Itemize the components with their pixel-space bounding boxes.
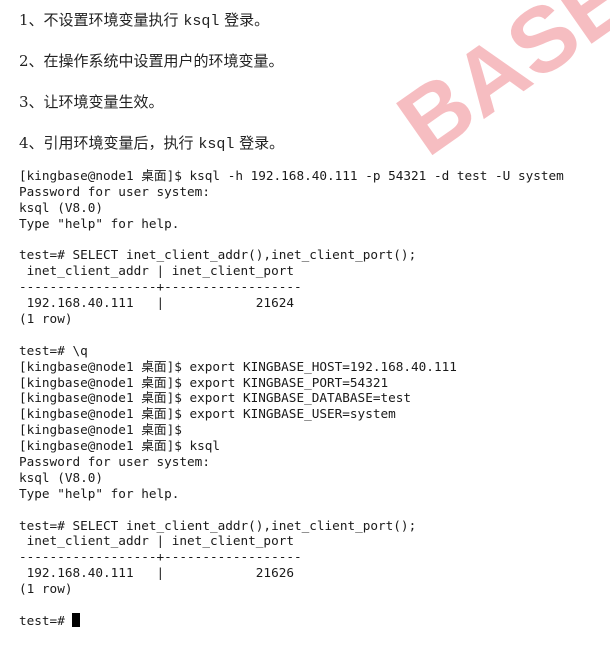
terminal-line: Password for user system: xyxy=(19,454,210,470)
terminal-line: Type "help" for help. xyxy=(19,485,180,501)
terminal-line: inet_client_addr | inet_client_port xyxy=(19,533,294,549)
step-3: 3、让环境变量生效。 xyxy=(19,92,610,112)
terminal-line: [kingbase@node1 桌面]$ xyxy=(19,422,182,438)
terminal-line: 192.168.40.111 | 21626 xyxy=(19,565,294,581)
terminal-line: test=# \q xyxy=(19,342,88,358)
terminal-line: (1 row) xyxy=(19,311,73,327)
terminal-line: inet_client_addr | inet_client_port xyxy=(19,263,294,279)
step-1-code: ksql xyxy=(183,13,220,30)
terminal-line: ------------------+------------------ xyxy=(19,549,302,565)
terminal-line: ksql (V8.0) xyxy=(19,199,104,215)
step-1: 1、不设置环境变量执行 ksql 登录。 xyxy=(19,10,610,30)
step-3-text: 3、让环境变量生效。 xyxy=(19,93,164,111)
terminal-line: (1 row) xyxy=(19,581,73,597)
step-4-text: 4、引用环境变量后，执行 xyxy=(19,134,199,152)
step-2: 2、在操作系统中设置用户的环境变量。 xyxy=(19,51,610,71)
step-1-text: 1、不设置环境变量执行 xyxy=(19,11,184,29)
step-4-suffix: 登录。 xyxy=(234,134,285,152)
step-4-code: ksql xyxy=(198,136,235,153)
terminal-line: [kingbase@node1 桌面]$ ksql -h 192.168.40.… xyxy=(19,168,564,183)
step-2-text: 2、在操作系统中设置用户的环境变量。 xyxy=(19,52,284,70)
cursor-block-icon xyxy=(72,612,81,627)
terminal-line: [kingbase@node1 桌面]$ export KINGBASE_USE… xyxy=(19,406,396,422)
terminal-line: [kingbase@node1 桌面]$ ksql xyxy=(19,438,221,454)
terminal-line: test=# SELECT inet_client_addr(),inet_cl… xyxy=(19,517,417,533)
terminal-line: ksql (V8.0) xyxy=(19,469,104,485)
terminal-line: Password for user system: xyxy=(19,183,210,199)
terminal-line: [kingbase@node1 桌面]$ export KINGBASE_POR… xyxy=(19,374,389,390)
terminal-line: test=# SELECT inet_client_addr(),inet_cl… xyxy=(19,247,417,263)
terminal-line: [kingbase@node1 桌面]$ export KINGBASE_HOS… xyxy=(19,358,457,374)
terminal-output[interactable]: [kingbase@node1 桌面]$ ksql -h 192.168.40.… xyxy=(19,168,564,629)
terminal-prompt-line[interactable]: test=# xyxy=(19,612,564,629)
terminal-prompt: test=# xyxy=(19,612,73,628)
step-4: 4、引用环境变量后，执行 ksql 登录。 xyxy=(19,133,610,153)
instruction-steps: 1、不设置环境变量执行 ksql 登录。 2、在操作系统中设置用户的环境变量。 … xyxy=(0,0,610,153)
terminal-line: [kingbase@node1 桌面]$ export KINGBASE_DAT… xyxy=(19,390,412,406)
terminal-line: Type "help" for help. xyxy=(19,215,180,231)
terminal-line: 192.168.40.111 | 21624 xyxy=(19,295,294,311)
step-1-suffix: 登录。 xyxy=(219,11,270,29)
terminal-line: ------------------+------------------ xyxy=(19,279,302,295)
